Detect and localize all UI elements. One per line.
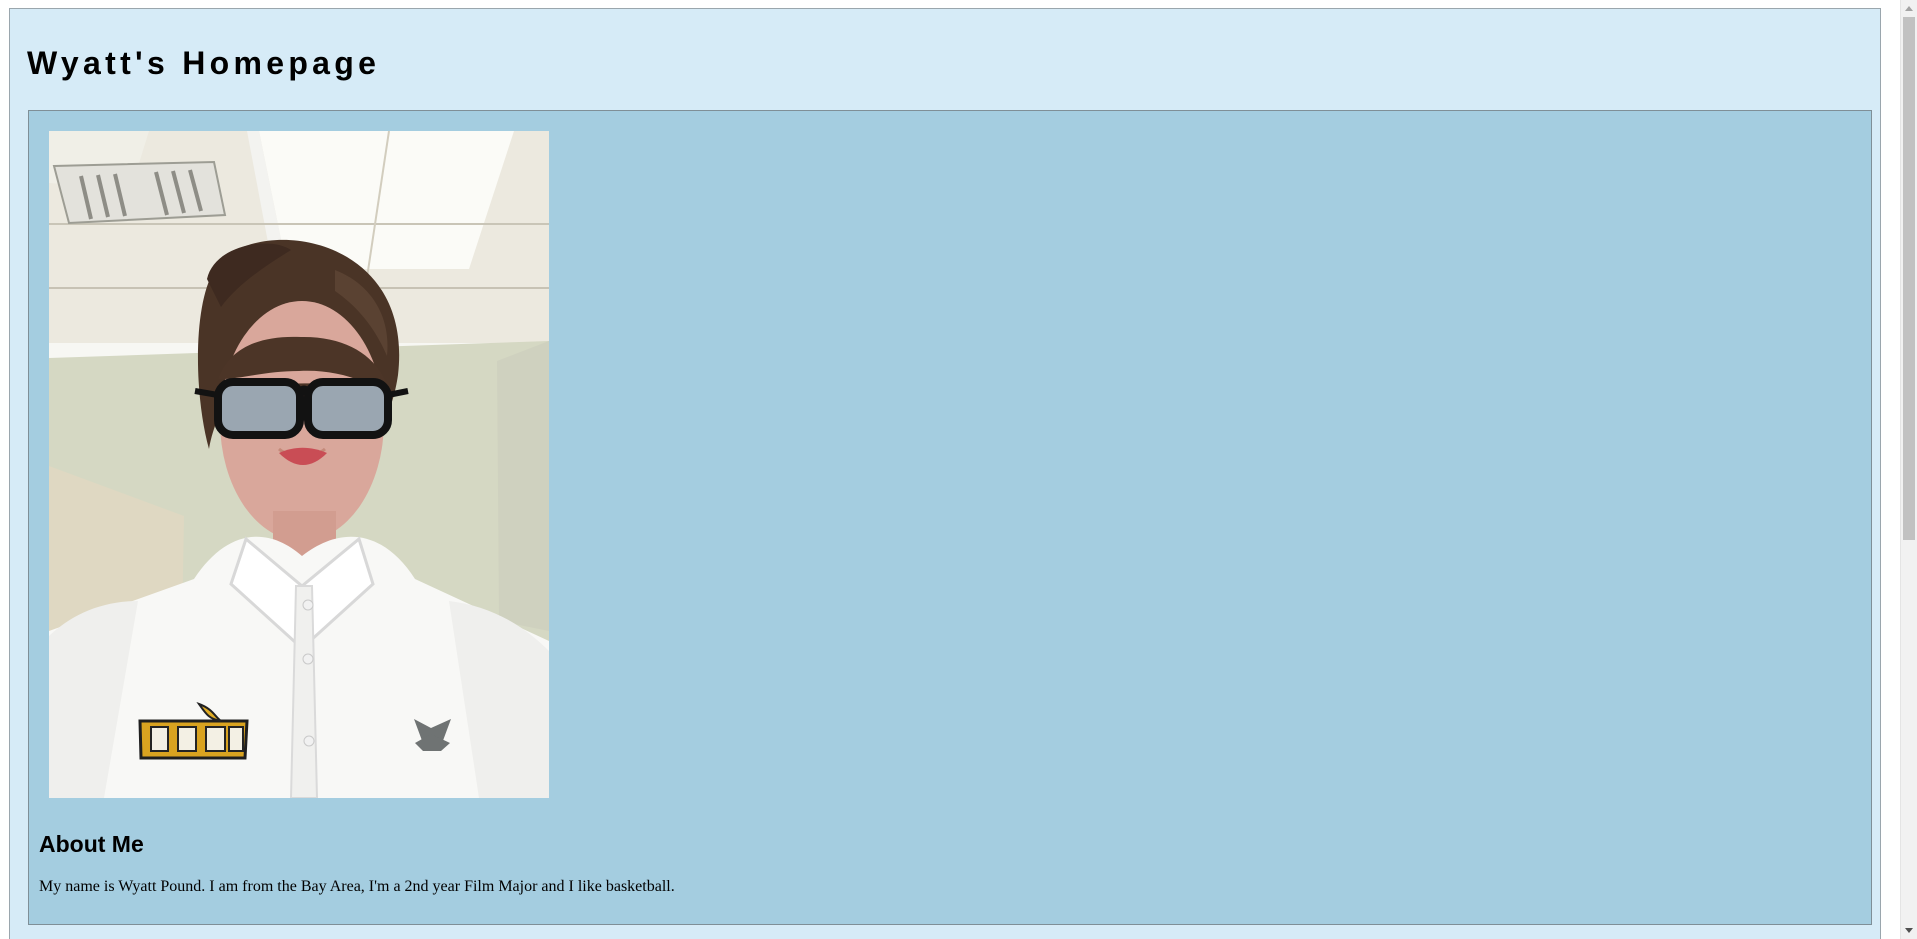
about-heading: About Me <box>39 831 144 857</box>
scroll-up-arrow-icon[interactable] <box>1905 6 1913 11</box>
scroll-down-arrow-icon[interactable] <box>1905 928 1913 933</box>
profile-photo <box>49 131 549 798</box>
about-text: My name is Wyatt Pound. I am from the Ba… <box>39 878 675 895</box>
page-title: Wyatt's Homepage <box>27 45 381 81</box>
scrollbar-thumb[interactable] <box>1903 17 1915 540</box>
content-panel: About Me My name is Wyatt Pound. I am fr… <box>28 110 1872 925</box>
vertical-scrollbar[interactable] <box>1900 0 1917 939</box>
page-container: Wyatt's Homepage About Me My name is Wya… <box>9 8 1881 939</box>
browser-viewport: Wyatt's Homepage About Me My name is Wya… <box>0 0 1917 939</box>
